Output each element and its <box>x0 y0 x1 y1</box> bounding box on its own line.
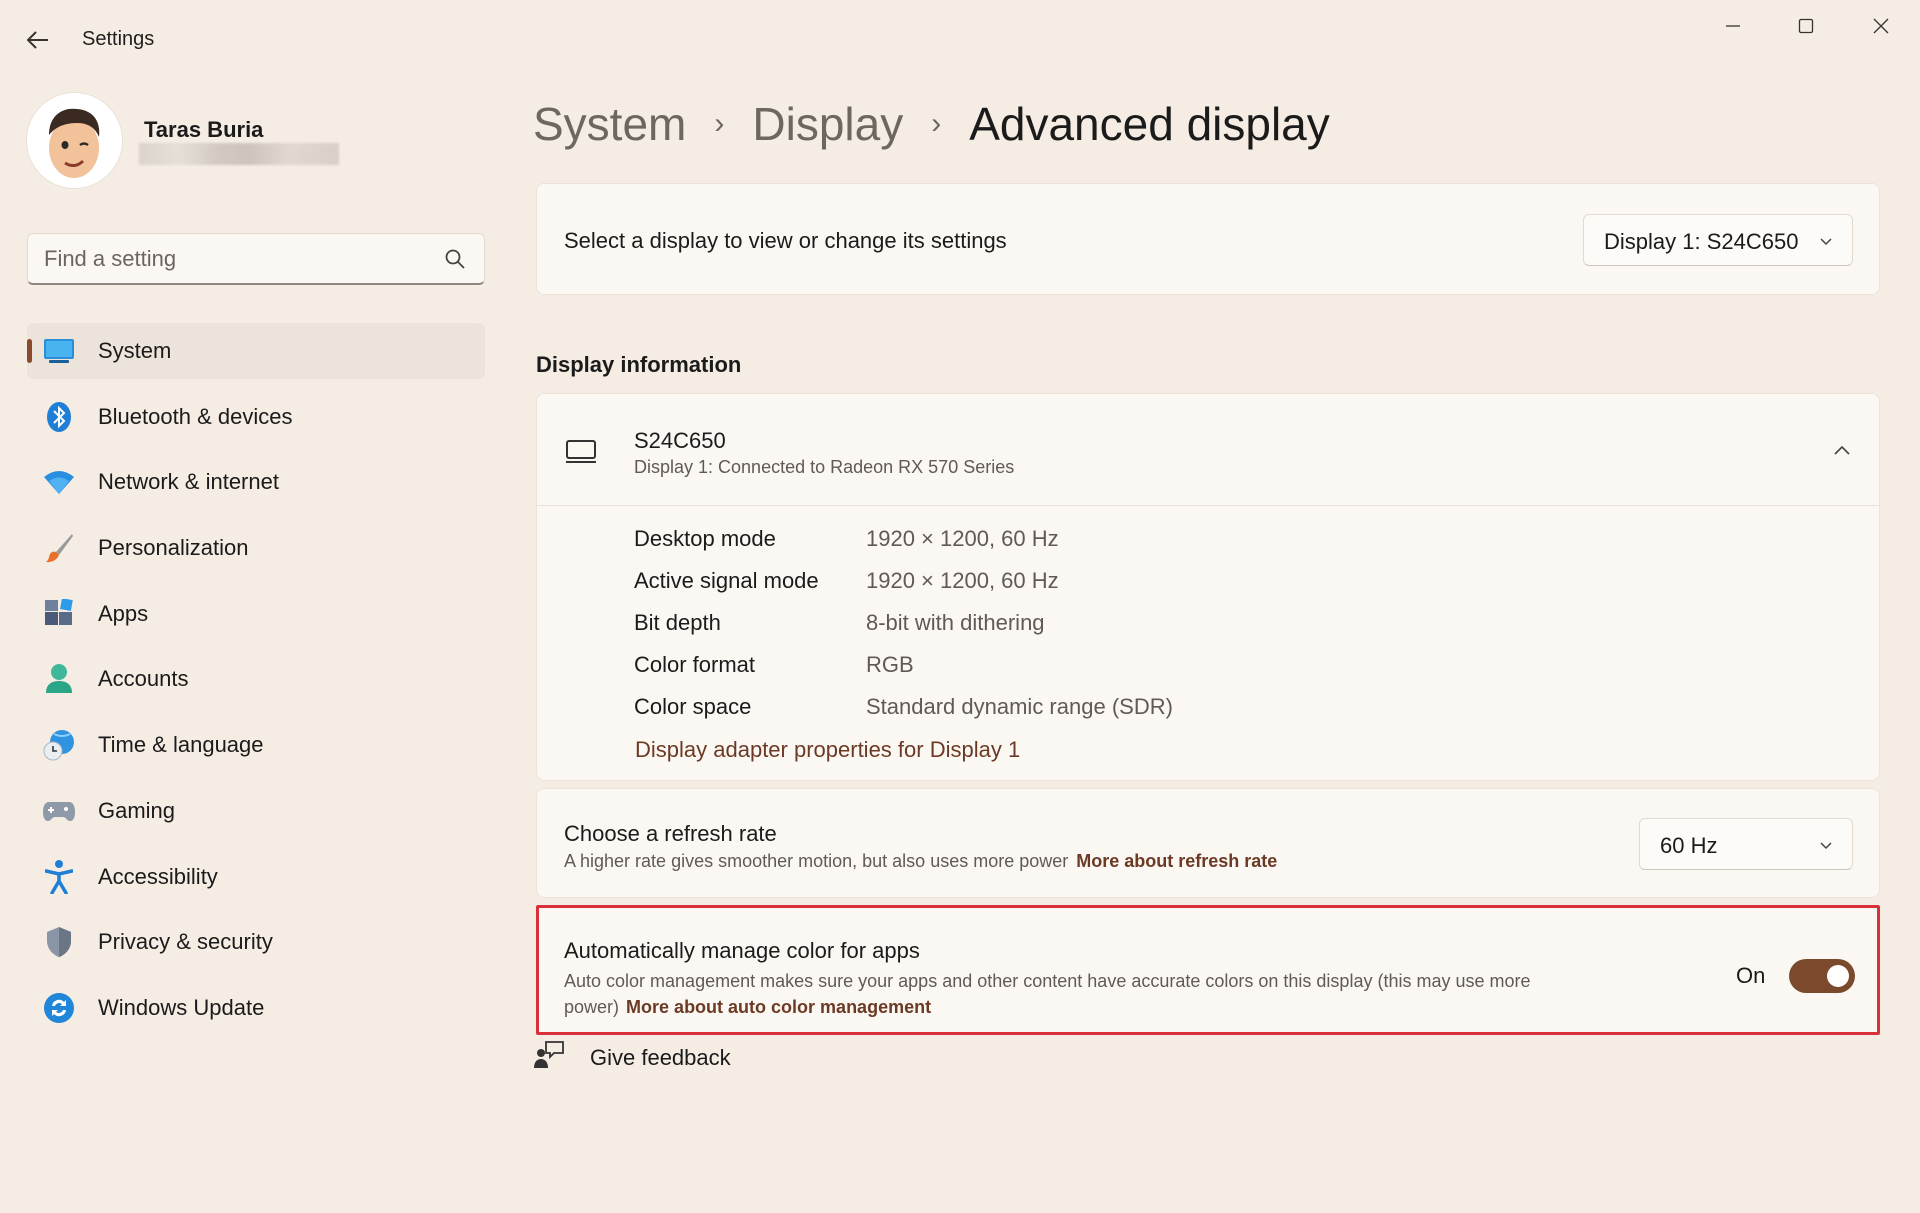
apps-icon <box>43 598 75 630</box>
user-profile[interactable]: Taras Buria <box>27 93 367 193</box>
display-select-card: Select a display to view or change its s… <box>536 183 1880 295</box>
display-connection: Display 1: Connected to Radeon RX 570 Se… <box>634 457 1015 477</box>
sidebar-item-label: Network & internet <box>98 469 279 495</box>
chevron-down-icon <box>1820 842 1832 850</box>
sidebar-item-windows-update[interactable]: Windows Update <box>27 980 485 1036</box>
info-key: Color format <box>634 652 756 677</box>
give-feedback-link[interactable]: Give feedback <box>533 1040 773 1074</box>
breadcrumb-separator: › <box>714 107 725 140</box>
update-icon <box>43 992 75 1024</box>
back-button[interactable] <box>22 26 54 54</box>
wifi-icon <box>43 466 75 498</box>
search-icon[interactable] <box>444 248 466 270</box>
close-button[interactable] <box>1853 10 1909 42</box>
display-adapter-properties-link[interactable]: Display adapter properties for Display 1 <box>635 737 1020 763</box>
auto-color-description: Auto color management makes sure your ap… <box>564 968 1584 1020</box>
breadcrumb-display[interactable]: Display <box>752 97 903 151</box>
accessibility-icon <box>43 859 75 894</box>
user-name: Taras Buria <box>144 117 264 142</box>
sidebar-item-label: System <box>98 338 172 363</box>
sidebar-nav: System Bluetooth & devices Network & int… <box>27 323 485 1046</box>
toggle-state-label: On <box>1736 963 1766 988</box>
close-icon <box>1873 18 1889 34</box>
search-input[interactable] <box>44 234 424 284</box>
sidebar-item-system[interactable]: System <box>27 323 485 379</box>
sidebar-item-label: Personalization <box>98 535 249 561</box>
sidebar-item-gaming[interactable]: Gaming <box>27 783 485 839</box>
sidebar-item-label: Bluetooth & devices <box>98 403 293 429</box>
info-key: Desktop mode <box>634 526 776 551</box>
sidebar-item-label: Apps <box>98 600 149 626</box>
sidebar-item-network[interactable]: Network & internet <box>27 454 485 510</box>
app-title: Settings <box>82 28 155 50</box>
chevron-down-icon <box>1820 238 1832 246</box>
arrow-left-icon <box>27 31 48 49</box>
sidebar-item-label: Privacy & security <box>98 929 273 955</box>
give-feedback-label: Give feedback <box>590 1045 731 1070</box>
auto-color-management-card: Automatically manage color for apps Auto… <box>536 905 1880 1035</box>
breadcrumb-separator: › <box>931 107 942 140</box>
chevron-up-icon[interactable] <box>1833 442 1851 460</box>
info-key: Color space <box>634 694 752 719</box>
info-value: RGB <box>866 652 914 677</box>
sidebar-item-label: Windows Update <box>98 994 265 1020</box>
breadcrumb: System › Display › Advanced display <box>533 92 1330 156</box>
info-key: Active signal mode <box>634 568 819 593</box>
paintbrush-icon <box>43 532 75 564</box>
toggle-knob <box>1827 965 1849 987</box>
sidebar-item-apps[interactable]: Apps <box>27 586 485 642</box>
globe-clock-icon <box>43 729 75 761</box>
feedback-icon <box>534 1041 564 1068</box>
info-key: Bit depth <box>634 610 721 635</box>
display-info-section-title: Display information <box>536 352 742 377</box>
auto-color-title: Automatically manage color for apps <box>564 938 920 963</box>
info-value: 8-bit with dithering <box>866 610 1045 635</box>
display-select-label: Select a display to view or change its s… <box>564 228 1007 253</box>
info-value: 1920 × 1200, 60 Hz <box>866 568 1059 593</box>
person-icon <box>43 663 75 695</box>
system-icon <box>43 335 75 367</box>
bluetooth-icon <box>43 401 75 433</box>
sidebar-item-bluetooth[interactable]: Bluetooth & devices <box>27 389 485 445</box>
user-email-redacted <box>139 143 339 165</box>
display-dropdown-value: Display 1: S24C650 <box>1604 229 1799 254</box>
more-about-auto-color-link[interactable]: More about auto color management <box>626 997 931 1017</box>
sidebar-item-time-language[interactable]: Time & language <box>27 717 485 773</box>
shield-icon <box>43 926 75 958</box>
search-box[interactable] <box>27 233 485 285</box>
monitor-icon <box>566 440 596 463</box>
sidebar-item-accounts[interactable]: Accounts <box>27 651 485 707</box>
sidebar-item-personalization[interactable]: Personalization <box>27 520 485 576</box>
more-about-refresh-rate-link[interactable]: More about refresh rate <box>1076 851 1277 871</box>
sidebar-item-label: Accessibility <box>98 863 218 889</box>
sidebar-item-label: Time & language <box>98 732 264 758</box>
sidebar-item-accessibility[interactable]: Accessibility <box>27 849 485 905</box>
memoji-avatar-icon <box>27 93 122 188</box>
refresh-rate-description-text: A higher rate gives smoother motion, but… <box>564 851 1069 871</box>
info-value: Standard dynamic range (SDR) <box>866 694 1173 719</box>
display-info-header[interactable]: S24C650 Display 1: Connected to Radeon R… <box>537 394 1879 506</box>
refresh-rate-title: Choose a refresh rate <box>564 821 777 846</box>
sidebar-item-label: Gaming <box>98 797 176 823</box>
refresh-rate-card: Choose a refresh rate A higher rate give… <box>536 788 1880 898</box>
page-title: Advanced display <box>969 98 1330 150</box>
sidebar-item-privacy[interactable]: Privacy & security <box>27 914 485 970</box>
refresh-rate-dropdown-value: 60 Hz <box>1660 833 1718 858</box>
breadcrumb-system[interactable]: System <box>533 97 686 151</box>
maximize-button[interactable] <box>1778 10 1834 42</box>
title-bar: Settings <box>0 0 1920 80</box>
display-name: S24C650 <box>634 428 726 453</box>
minimize-icon <box>1726 25 1740 27</box>
avatar <box>27 93 122 188</box>
maximize-icon <box>1798 18 1814 34</box>
info-value: 1920 × 1200, 60 Hz <box>866 526 1059 551</box>
display-dropdown[interactable]: Display 1: S24C650 <box>1583 214 1853 266</box>
refresh-rate-dropdown[interactable]: 60 Hz <box>1639 818 1853 870</box>
display-info-card: S24C650 Display 1: Connected to Radeon R… <box>536 393 1880 781</box>
refresh-rate-description: A higher rate gives smoother motion, but… <box>564 851 1277 872</box>
minimize-button[interactable] <box>1705 10 1761 42</box>
sidebar-item-label: Accounts <box>98 666 189 692</box>
gamepad-icon <box>43 795 75 827</box>
auto-color-toggle[interactable] <box>1789 959 1855 993</box>
